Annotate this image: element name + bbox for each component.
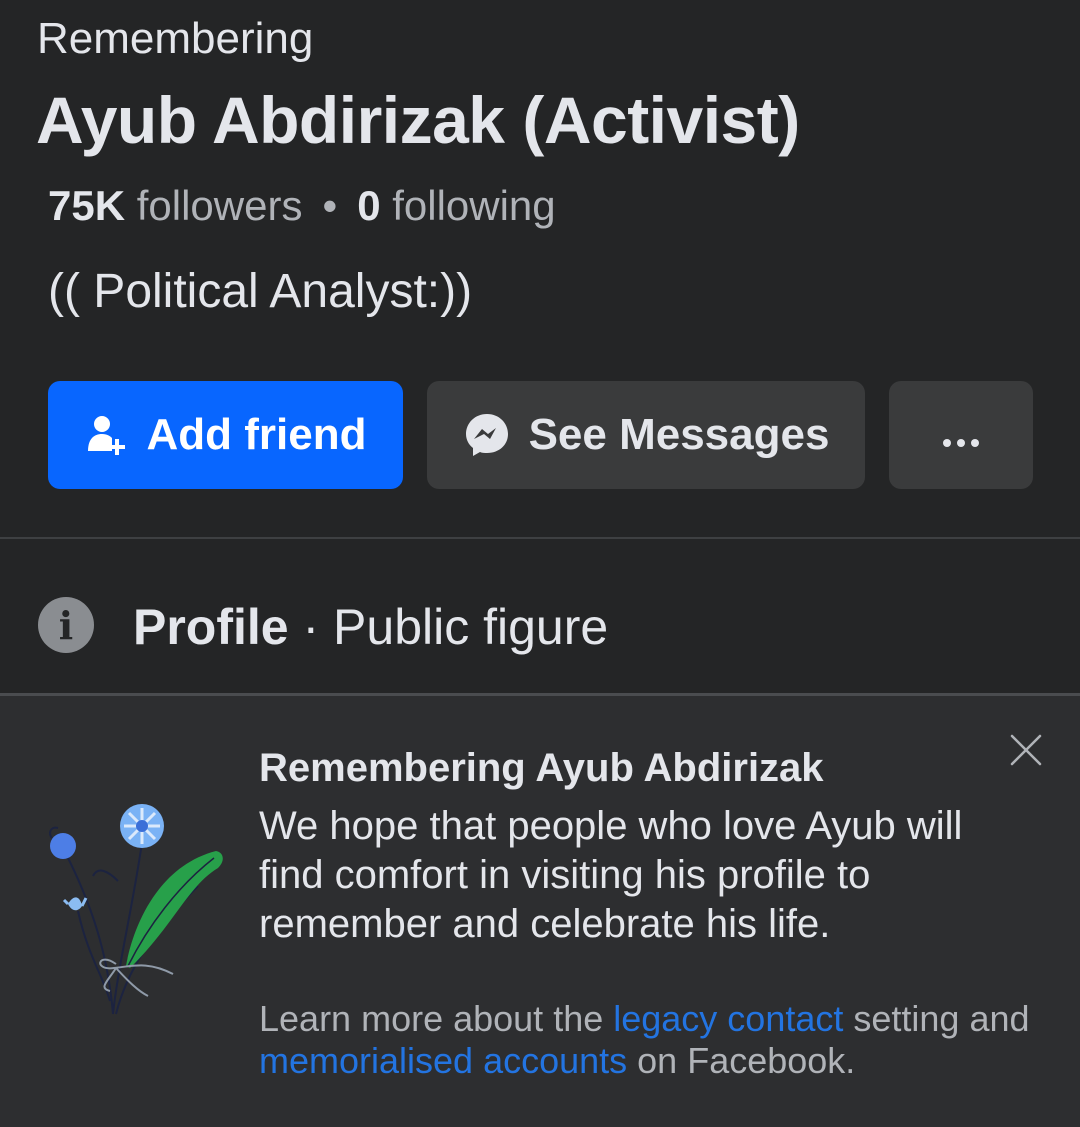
following-link[interactable]: 0 following	[357, 182, 555, 229]
profile-separator: ·	[288, 599, 334, 655]
followers-count: 75K	[48, 182, 126, 229]
flowers-illustration	[38, 796, 233, 1026]
add-person-icon	[85, 413, 129, 457]
followers-link[interactable]: 75K followers	[48, 182, 302, 229]
add-friend-button[interactable]: Add friend	[48, 381, 403, 489]
memorialised-accounts-link[interactable]: memorialised accounts	[259, 1040, 627, 1081]
profile-label: Profile	[133, 599, 289, 655]
stats-separator: •	[322, 182, 338, 229]
followers-label: followers	[136, 182, 303, 229]
add-friend-label: Add friend	[146, 410, 367, 459]
memorial-message: We hope that people who love Ayub will f…	[259, 804, 963, 946]
section-divider	[0, 537, 1080, 539]
learn-mid: setting and	[843, 998, 1030, 1039]
learn-suffix: on Facebook.	[627, 1040, 856, 1081]
following-label: following	[392, 182, 556, 229]
messenger-icon	[463, 411, 511, 459]
profile-category: Public figure	[333, 599, 609, 655]
close-icon[interactable]	[1008, 732, 1044, 768]
following-count: 0	[357, 182, 381, 229]
memorial-learn-more: Learn more about the legacy contact sett…	[259, 998, 1039, 1082]
profile-category-text: Profile · Public figure	[133, 598, 608, 656]
memorial-card: Remembering Ayub Abdirizak We hope that …	[0, 696, 1080, 1127]
follow-stats: 75K followers • 0 following	[48, 182, 556, 230]
more-dots-icon	[941, 410, 981, 460]
legacy-contact-link[interactable]: legacy contact	[613, 998, 843, 1039]
learn-prefix: Learn more about the	[259, 998, 614, 1039]
more-options-button[interactable]	[889, 381, 1033, 489]
see-messages-label: See Messages	[528, 410, 830, 459]
memorial-title: Remembering Ayub Abdirizak	[259, 746, 824, 790]
see-messages-button[interactable]: See Messages	[427, 381, 865, 489]
profile-bio: (( Political Analyst:))	[48, 265, 473, 318]
remembering-label: Remembering	[37, 14, 314, 63]
profile-name: Ayub Abdirizak (Activist)	[36, 83, 800, 157]
info-icon: i	[38, 597, 94, 653]
profile-info-row[interactable]: i Profile · Public figure	[0, 570, 1080, 680]
